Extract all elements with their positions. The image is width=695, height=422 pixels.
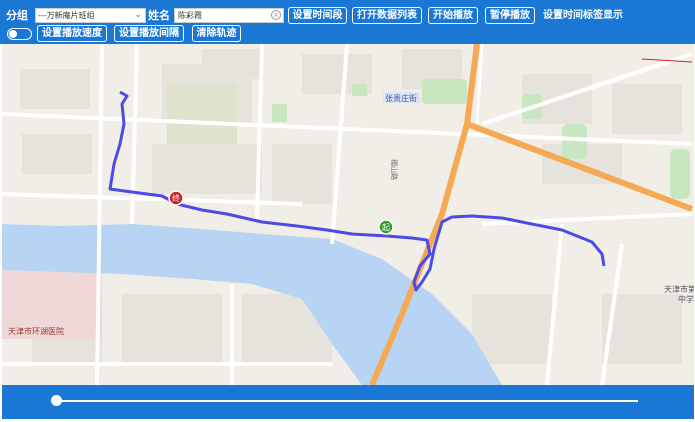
group-select-value: ---万新庵片班组 xyxy=(38,11,95,20)
set-play-interval-button[interactable]: 设置播放间隔 xyxy=(114,25,184,42)
playback-slider-track[interactable] xyxy=(56,400,638,402)
start-play-button[interactable]: 开始播放 xyxy=(428,7,478,24)
set-time-label-display-button[interactable]: 设置时间标签显示 xyxy=(543,9,623,23)
place-label-1: 天津市第 xyxy=(664,284,694,294)
street-label: 张贵庄街 xyxy=(385,93,417,103)
toggle-knob xyxy=(9,30,17,38)
hospital-label: 天津市环湖医院 xyxy=(8,326,64,336)
toolbar: 分组 ---万新庵片班组 ⌄ 姓名 陈彩霞 × 设置时间段 打开数据列表 开始播… xyxy=(0,0,695,44)
group-select[interactable]: ---万新庵片班组 ⌄ xyxy=(35,8,146,23)
set-play-speed-button[interactable]: 设置播放速度 xyxy=(37,25,107,42)
playback-bar xyxy=(2,385,694,419)
name-label: 姓名 xyxy=(148,9,170,22)
road-label: 福山路 xyxy=(390,159,399,180)
name-input[interactable]: 陈彩霞 × xyxy=(174,8,284,23)
map[interactable]: 起 终 张贵庄街 福山路 天津市环湖医院 天津市第 中学 xyxy=(2,44,694,385)
svg-text:终: 终 xyxy=(172,193,180,203)
group-label: 分组 xyxy=(6,9,28,22)
chevron-down-icon: ⌄ xyxy=(134,10,142,20)
playback-slider-knob[interactable] xyxy=(51,395,62,406)
track-toggle[interactable] xyxy=(7,28,32,40)
svg-text:起: 起 xyxy=(382,223,390,232)
place-label-2: 中学 xyxy=(678,294,694,304)
river-edge xyxy=(2,249,12,269)
pause-play-button[interactable]: 暂停播放 xyxy=(485,7,535,24)
map-canvas: 起 终 张贵庄街 福山路 天津市环湖医院 天津市第 中学 xyxy=(2,44,694,385)
open-data-list-button[interactable]: 打开数据列表 xyxy=(352,7,422,24)
set-time-range-button[interactable]: 设置时间段 xyxy=(288,7,347,24)
clear-icon[interactable]: × xyxy=(271,10,281,20)
clear-track-button[interactable]: 清除轨迹 xyxy=(192,25,241,42)
name-input-value: 陈彩霞 xyxy=(178,11,202,20)
start-marker[interactable]: 起 xyxy=(378,219,394,235)
end-marker[interactable]: 终 xyxy=(168,190,184,206)
block-field xyxy=(167,84,237,144)
